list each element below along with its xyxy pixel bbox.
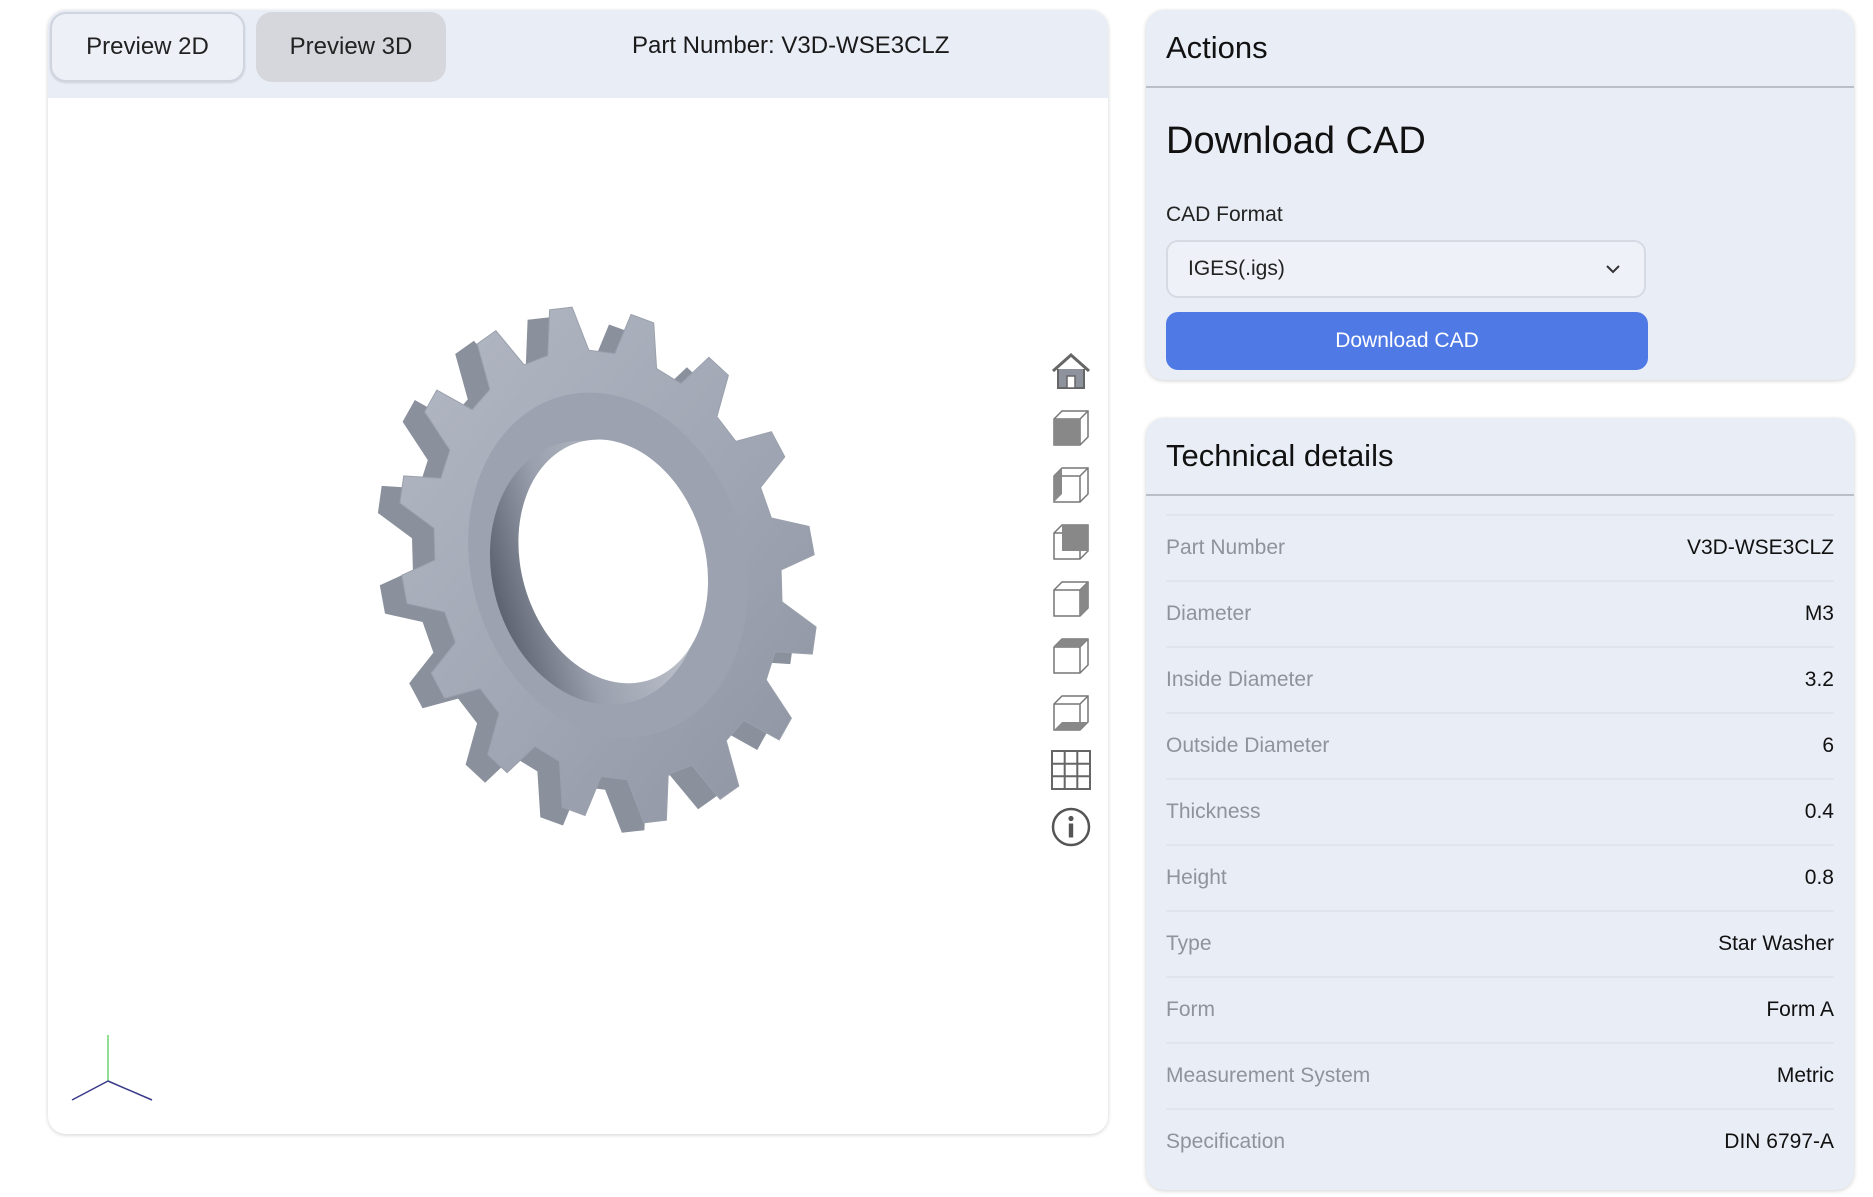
cad-format-label: CAD Format bbox=[1166, 203, 1283, 226]
view-front-cube-icon bbox=[1053, 410, 1089, 446]
spec-value: 0.4 bbox=[1804, 800, 1834, 823]
spec-list: Part Number V3D-WSE3CLZ Diameter M3 Inside… bbox=[1166, 514, 1834, 1174]
preview-panel: Preview 2D Preview 3D Part Number: V3D-W… bbox=[48, 10, 1108, 1134]
grid-icon bbox=[1051, 750, 1091, 790]
tab-preview-2d[interactable]: Preview 2D bbox=[50, 12, 245, 82]
spec-row-outside-diameter: Outside Diameter 6 bbox=[1166, 712, 1834, 778]
view-back-cube-icon bbox=[1053, 524, 1089, 560]
axis-triad bbox=[71, 1035, 153, 1101]
spec-label: Specification bbox=[1166, 1130, 1286, 1153]
star-washer-model bbox=[377, 306, 817, 833]
spec-row-form: Form Form A bbox=[1166, 976, 1834, 1042]
spec-label: Part Number bbox=[1166, 536, 1286, 559]
info-icon bbox=[1051, 807, 1091, 847]
spec-value: V3D-WSE3CLZ bbox=[1686, 536, 1834, 559]
view-top-cube-icon bbox=[1053, 638, 1089, 674]
washer-geometry bbox=[377, 306, 817, 833]
actions-card: Actions Download CAD CAD Format IGES(.ig… bbox=[1146, 10, 1854, 380]
spec-label: Measurement System bbox=[1166, 1064, 1371, 1087]
part-number-header: Part Number: V3D-WSE3CLZ bbox=[632, 32, 950, 59]
spec-value: Metric bbox=[1776, 1064, 1834, 1087]
spec-row-height: Height 0.8 bbox=[1166, 844, 1834, 910]
view-bottom-cube-icon bbox=[1053, 695, 1089, 731]
spec-row-diameter: Diameter M3 bbox=[1166, 580, 1834, 646]
view-bottom-button[interactable] bbox=[1048, 690, 1094, 736]
spec-row-part-number: Part Number V3D-WSE3CLZ bbox=[1166, 514, 1834, 580]
view-front-button[interactable] bbox=[1048, 405, 1094, 451]
spec-label: Type bbox=[1166, 932, 1212, 955]
spec-label: Form bbox=[1166, 998, 1215, 1021]
view-right-button[interactable] bbox=[1048, 576, 1094, 622]
spec-value: 6 bbox=[1822, 734, 1834, 757]
spec-value: M3 bbox=[1804, 602, 1834, 625]
view-left-cube-icon bbox=[1053, 467, 1089, 503]
view-right-cube-icon bbox=[1053, 581, 1089, 617]
spec-value: 3.2 bbox=[1804, 668, 1834, 691]
info-button[interactable] bbox=[1048, 804, 1094, 850]
spec-label: Diameter bbox=[1166, 602, 1252, 625]
spec-row-measurement-system: Measurement System Metric bbox=[1166, 1042, 1834, 1108]
view-toolbar bbox=[1048, 348, 1094, 861]
cad-format-select[interactable]: IGES(.igs) bbox=[1166, 240, 1646, 298]
download-cad-heading: Download CAD bbox=[1166, 120, 1426, 162]
chevron-down-icon bbox=[1606, 265, 1620, 274]
spec-label: Outside Diameter bbox=[1166, 734, 1330, 757]
spec-row-inside-diameter: Inside Diameter 3.2 bbox=[1166, 646, 1834, 712]
actions-title: Actions bbox=[1146, 10, 1854, 88]
spec-value: Form A bbox=[1766, 998, 1834, 1021]
spec-value: Star Washer bbox=[1718, 932, 1834, 955]
spec-row-type: Type Star Washer bbox=[1166, 910, 1834, 976]
cad-format-value: IGES(.igs) bbox=[1188, 257, 1285, 280]
home-view-button[interactable] bbox=[1048, 348, 1094, 394]
view-top-button[interactable] bbox=[1048, 633, 1094, 679]
home-icon bbox=[1052, 352, 1090, 389]
download-cad-button[interactable]: Download CAD bbox=[1166, 312, 1648, 370]
view-left-button[interactable] bbox=[1048, 462, 1094, 508]
technical-details-title: Technical details bbox=[1146, 418, 1854, 496]
spec-row-thickness: Thickness 0.4 bbox=[1166, 778, 1834, 844]
spec-value: DIN 6797-A bbox=[1724, 1130, 1834, 1153]
spec-value: 0.8 bbox=[1804, 866, 1834, 889]
axis-x-line bbox=[71, 1080, 109, 1101]
tab-preview-3d[interactable]: Preview 3D bbox=[256, 12, 446, 82]
spec-row-specification: Specification DIN 6797-A bbox=[1166, 1108, 1834, 1174]
preview-header: Preview 2D Preview 3D Part Number: V3D-W… bbox=[48, 10, 1108, 98]
grid-toggle-button[interactable] bbox=[1048, 747, 1094, 793]
view-back-button[interactable] bbox=[1048, 519, 1094, 565]
spec-label: Height bbox=[1166, 866, 1227, 889]
spec-label: Inside Diameter bbox=[1166, 668, 1314, 691]
3d-viewport[interactable] bbox=[48, 98, 1108, 1134]
axis-z-line bbox=[107, 1080, 153, 1101]
technical-details-card: Technical details Part Number V3D-WSE3CLZ… bbox=[1146, 418, 1854, 1190]
spec-label: Thickness bbox=[1166, 800, 1261, 823]
